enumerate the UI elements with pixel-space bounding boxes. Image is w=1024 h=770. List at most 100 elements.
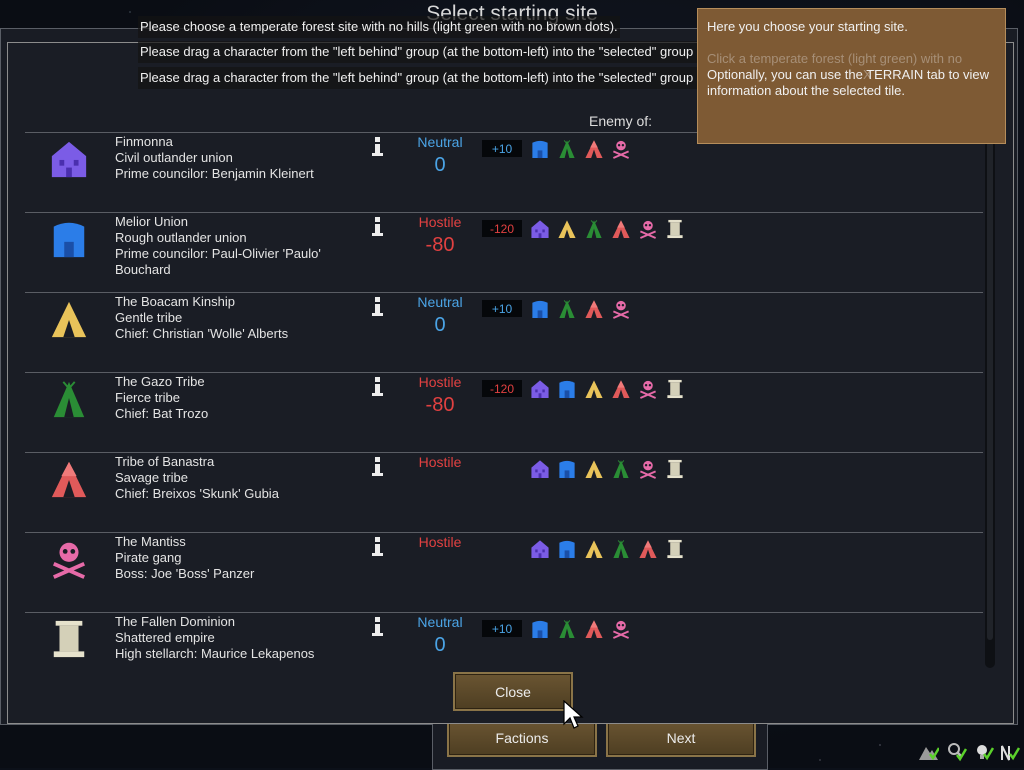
- tutorial-help-box: Here you choose your starting site. Opti…: [697, 8, 1006, 144]
- tribe-savage-icon: [612, 220, 630, 239]
- empire-icon: [53, 620, 85, 658]
- outlander-civil-icon: [531, 220, 549, 239]
- faction-type: Civil outlander union: [115, 150, 233, 165]
- tribe-savage-icon: [585, 300, 603, 319]
- outlander-civil-icon: [531, 540, 549, 559]
- faction-row[interactable]: Tribe of Banastra Savage tribe Chief: Brei…: [25, 452, 983, 533]
- tribe-gentle-icon: [51, 301, 87, 338]
- faction-leader: High stellarch: Maurice Lekapenos: [115, 646, 315, 661]
- goodwill-value: 0: [434, 634, 446, 656]
- info-icon[interactable]: [369, 215, 387, 237]
- tribe-fierce-icon: [53, 381, 85, 418]
- next-button[interactable]: Next: [606, 719, 756, 757]
- lightbulb-status-icon[interactable]: [972, 740, 994, 762]
- info-icon[interactable]: [369, 455, 387, 477]
- relation-label: Hostile: [418, 374, 462, 390]
- faction-name: Melior Union: [115, 214, 188, 229]
- tribe-fierce-icon: [613, 460, 629, 479]
- faction-name: Finmonna: [115, 134, 173, 149]
- faction-name: The Boacam Kinship: [115, 294, 235, 309]
- info-icon[interactable]: [369, 375, 387, 397]
- info-icon[interactable]: [369, 535, 387, 557]
- faction-row[interactable]: Melior Union Rough outlander union Prime c…: [25, 212, 983, 293]
- enemy-of-header: Enemy of:: [589, 113, 653, 129]
- goodwill-change-badge: +10: [482, 300, 522, 317]
- tribe-gentle-icon: [585, 540, 603, 559]
- pirate-icon: [612, 140, 630, 159]
- tribe-gentle-icon: [558, 220, 576, 239]
- faction-type: Fierce tribe: [115, 390, 181, 405]
- relation-label: Hostile: [418, 534, 462, 550]
- tribe-savage-icon: [612, 380, 630, 399]
- empire-icon: [667, 539, 683, 559]
- goodwill-value: 0: [434, 154, 446, 176]
- empire-icon: [667, 459, 683, 479]
- info-icon[interactable]: [369, 615, 387, 637]
- faction-text: Tribe of Banastra Savage tribe Chief: Brei…: [115, 454, 345, 502]
- help-line-1: Here you choose your starting site.: [707, 19, 908, 34]
- faction-row[interactable]: The Boacam Kinship Gentle tribe Chief: Chr…: [25, 292, 983, 373]
- outlander-rough-icon: [559, 380, 575, 399]
- outlander-rough-icon: [53, 222, 85, 258]
- goodwill-value: -80: [425, 394, 455, 416]
- pirate-icon: [52, 542, 86, 579]
- outlander-rough-icon: [532, 300, 548, 319]
- mouse-cursor-icon: [563, 700, 584, 729]
- empire-icon: [667, 219, 683, 239]
- help-line-2: Optionally, you can use the TERRAIN tab …: [707, 67, 990, 98]
- close-button[interactable]: Close: [453, 672, 573, 711]
- faction-row[interactable]: Finmonna Civil outlander union Prime counc…: [25, 132, 983, 213]
- tribe-gentle-icon: [585, 460, 603, 479]
- faction-leader: Chief: Christian 'Wolle' Alberts: [115, 326, 289, 341]
- pirate-icon: [612, 300, 630, 319]
- faction-row[interactable]: The Mantiss Pirate gang Boss: Joe 'Boss' P…: [25, 532, 983, 613]
- mountain-status-icon[interactable]: [917, 740, 939, 762]
- faction-text: Finmonna Civil outlander union Prime counc…: [115, 134, 345, 182]
- relation-label: Neutral: [417, 614, 463, 630]
- tribe-savage-icon: [585, 620, 603, 639]
- enemy-icons: [530, 459, 685, 479]
- tribe-savage-icon: [51, 461, 87, 498]
- goodwill-change-badge: -120: [482, 380, 522, 397]
- pirate-icon: [639, 380, 657, 399]
- relation-label: Hostile: [418, 214, 462, 230]
- pirate-icon: [639, 460, 657, 479]
- relation-label: Neutral: [417, 294, 463, 310]
- faction-text: The Mantiss Pirate gang Boss: Joe 'Boss' P…: [115, 534, 345, 582]
- faction-text: Melior Union Rough outlander union Prime c…: [115, 214, 345, 278]
- outlander-rough-icon: [532, 140, 548, 159]
- faction-name: Tribe of Banastra: [115, 454, 215, 469]
- goodwill-value: 0: [434, 314, 446, 336]
- faction-text: The Boacam Kinship Gentle tribe Chief: Chr…: [115, 294, 345, 342]
- tutorial-tip: Please choose a temperate forest site wi…: [138, 16, 620, 38]
- faction-name: The Mantiss: [115, 534, 186, 549]
- faction-type: Rough outlander union: [115, 230, 247, 245]
- relation-label: Hostile: [418, 454, 462, 470]
- faction-text: The Fallen Dominion Shattered empire High …: [115, 614, 345, 662]
- tribe-fierce-icon: [559, 300, 575, 319]
- outlander-civil-icon: [531, 460, 549, 479]
- search-status-icon[interactable]: [945, 740, 967, 762]
- outlander-rough-icon: [532, 620, 548, 639]
- faction-type: Pirate gang: [115, 550, 182, 565]
- faction-leader: Prime councilor: Benjamin Kleinert: [115, 166, 314, 181]
- outlander-civil-icon: [51, 141, 87, 178]
- enemy-icons: [530, 299, 631, 319]
- enemy-icons: [530, 139, 631, 159]
- scrollbar-thumb[interactable]: [987, 140, 993, 640]
- relation-label: Neutral: [417, 134, 463, 150]
- info-icon[interactable]: [369, 295, 387, 317]
- goodwill-value: -80: [425, 234, 455, 256]
- empire-icon: [667, 379, 683, 399]
- faction-name: The Gazo Tribe: [115, 374, 205, 389]
- faction-row[interactable]: The Gazo Tribe Fierce tribe Chief: Bat Tro…: [25, 372, 983, 453]
- goodwill-change-badge: +10: [482, 140, 522, 157]
- faction-type: Gentle tribe: [115, 310, 183, 325]
- faction-type: Savage tribe: [115, 470, 188, 485]
- goodwill-change-badge: -120: [482, 220, 522, 237]
- outlander-rough-icon: [559, 460, 575, 479]
- tribe-fierce-icon: [586, 220, 602, 239]
- faction-leader: Chief: Bat Trozo: [115, 406, 209, 421]
- info-icon[interactable]: [369, 135, 387, 157]
- compass-status-icon[interactable]: [999, 740, 1021, 762]
